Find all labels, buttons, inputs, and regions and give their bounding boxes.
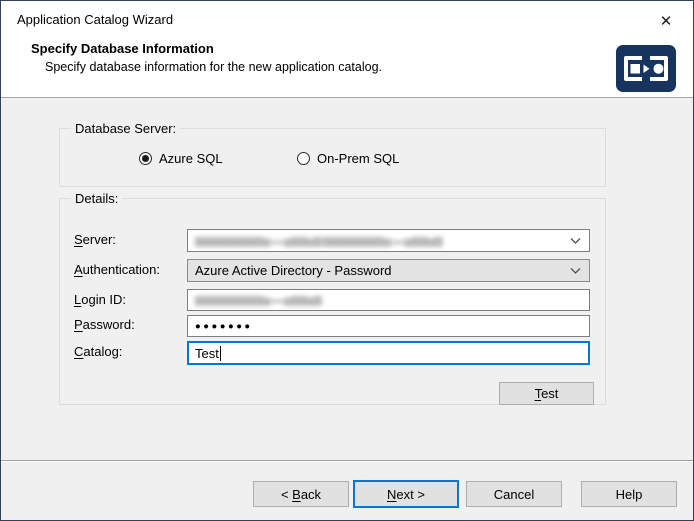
footer-divider [1,460,693,462]
server-combobox[interactable]: ▆▆▆▆▆▆▆▆▆▅ ▬ ▅▆▆▅▆ ▆▆▆▆▆▆▆▆▅ ▬ ▅▆▆▅▆ [187,229,590,252]
test-button[interactable]: Test [499,382,594,405]
page-title: Specify Database Information [31,41,214,56]
cancel-button[interactable]: Cancel [466,481,562,507]
details-group-label: Details: [71,191,122,206]
password-label: Password: [74,317,135,332]
application-catalog-logo-icon [616,45,676,92]
login-id-value-redacted: ▆▆▆▆▆▆▆▆▆▅ ▬ ▅▆▆▅▆ [195,295,321,305]
server-value-redacted: ▆▆▆▆▆▆▆▆▆▅ ▬ ▅▆▆▅▆ ▆▆▆▆▆▆▆▆▅ ▬ ▅▆▆▅▆ [195,236,442,246]
login-id-label: Login ID: [74,292,126,307]
login-id-input[interactable]: ▆▆▆▆▆▆▆▆▆▅ ▬ ▅▆▆▅▆ [187,289,590,311]
authentication-value: Azure Active Directory - Password [195,263,392,278]
radio-on-prem-sql-circle[interactable] [297,152,310,165]
radio-on-prem-sql[interactable]: On-Prem SQL [297,148,399,168]
close-icon: ✕ [660,12,673,30]
page-subtitle: Specify database information for the new… [45,60,382,74]
chevron-down-icon[interactable] [570,267,581,274]
text-caret [220,346,221,361]
authentication-label: Authentication: [74,262,160,277]
catalog-label: Catalog: [74,344,122,359]
password-input[interactable]: ●●●●●●● [187,315,590,337]
radio-azure-sql-label: Azure SQL [159,151,223,166]
application-catalog-wizard-dialog: Application Catalog Wizard ✕ Specify Dat… [0,0,694,521]
authentication-dropdown[interactable]: Azure Active Directory - Password [187,259,590,282]
next-button[interactable]: Next > [353,480,459,508]
radio-on-prem-sql-label: On-Prem SQL [317,151,399,166]
database-server-group-label: Database Server: [71,121,180,136]
dialog-header: Application Catalog Wizard ✕ Specify Dat… [1,1,693,98]
details-group: Details: Server: ▆▆▆▆▆▆▆▆▆▅ ▬ ▅▆▆▅▆ ▆▆▆▆… [59,198,606,405]
back-button[interactable]: < Back [253,481,349,507]
window-title: Application Catalog Wizard [17,12,173,27]
catalog-input[interactable]: Test [187,341,590,365]
radio-azure-sql-circle[interactable] [139,152,152,165]
radio-azure-sql[interactable]: Azure SQL [139,148,223,168]
chevron-down-icon[interactable] [570,237,581,244]
server-label: Server: [74,232,116,247]
password-masked-value: ●●●●●●● [195,321,253,332]
help-button[interactable]: Help [581,481,677,507]
catalog-value: Test [195,346,219,361]
database-server-group: Database Server: Azure SQL On-Prem SQL [59,128,606,187]
close-button[interactable]: ✕ [653,9,679,33]
